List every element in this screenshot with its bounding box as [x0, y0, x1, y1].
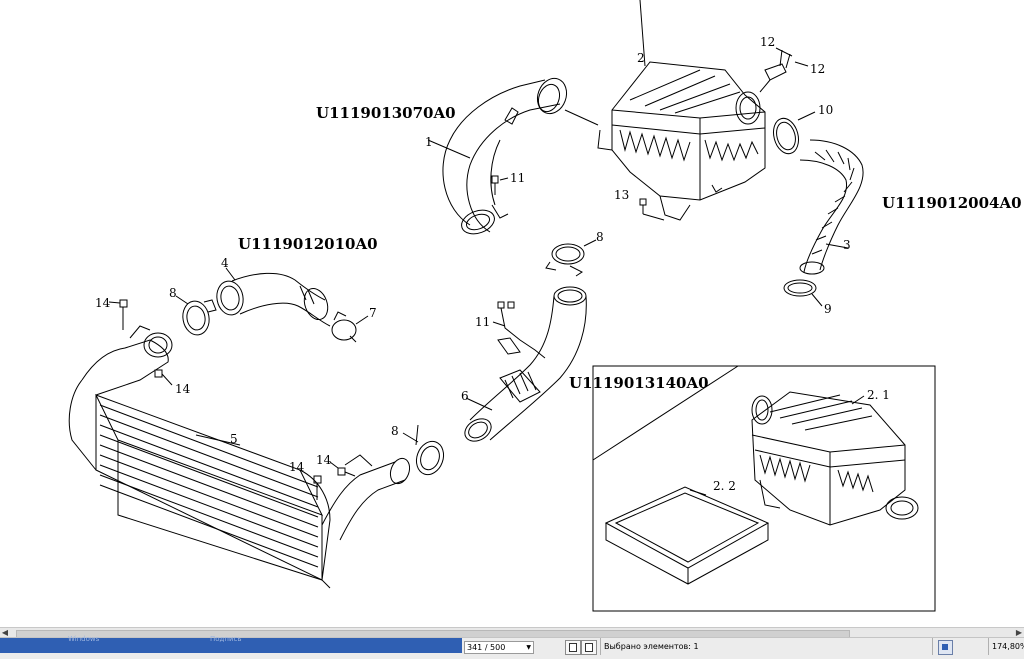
clamp-part-8-upper	[545, 239, 597, 277]
corrugated-hose-part-3	[799, 139, 864, 275]
parts-diagram-canvas: U1119013070A0 U1119012004A0 U1119012010A…	[0, 0, 1024, 630]
bolt-13	[639, 198, 665, 221]
callout-11-top: 11	[510, 171, 525, 185]
scroll-track[interactable]	[10, 629, 1014, 639]
callout-14-mid: 14	[175, 382, 191, 396]
clamp-part-9	[783, 279, 823, 307]
zoom-fit-button[interactable]	[938, 640, 953, 655]
clamp-part-10	[773, 111, 816, 155]
callout-8-upper: 8	[596, 230, 604, 244]
hose-part-4	[216, 267, 331, 327]
callout-12-left: 12	[760, 35, 775, 49]
callout-14-top: 14	[95, 296, 111, 310]
status-ghost-mid: Подпись	[210, 635, 242, 643]
status-divider	[988, 638, 989, 655]
callout-7: 7	[369, 306, 377, 320]
intercooler-outlet-hose	[321, 454, 411, 541]
callout-8-left: 8	[169, 286, 177, 300]
intercooler-part-5	[68, 325, 331, 589]
callout-2-1: 2. 1	[867, 388, 890, 402]
callout-2-2: 2. 2	[713, 479, 736, 493]
view-single-button[interactable]	[581, 640, 597, 655]
chevron-down-icon[interactable]: ▼	[526, 642, 531, 653]
callout-12-right: 12	[810, 62, 825, 76]
status-divider	[932, 638, 933, 655]
air-cleaner-housing-part-2	[597, 0, 766, 221]
page-icon	[585, 643, 593, 652]
callout-4: 4	[221, 256, 229, 270]
callout-9: 9	[824, 302, 832, 316]
callout-10: 10	[818, 103, 833, 117]
callout-14-right: 14	[316, 453, 332, 467]
intake-pipe-part-1	[427, 77, 599, 235]
exploded-view-drawing: 1 2 3 4 5 6 7 8 8 8 9 10 11 11 12 12 13 …	[68, 0, 936, 612]
callout-6: 6	[461, 389, 469, 403]
callout-14-bottom: 14	[289, 460, 305, 474]
page-selector[interactable]: 341 / 500 ▼	[464, 641, 534, 654]
clamp-part-8-left	[175, 295, 217, 336]
callout-13: 13	[614, 188, 629, 202]
hose-part-6	[464, 286, 587, 442]
clamp-part-7	[331, 311, 369, 343]
view-pages-button[interactable]	[565, 640, 581, 655]
zoom-icon	[942, 644, 948, 650]
selected-items-count: Выбрано элементов: 1	[604, 642, 699, 651]
sensor-part-12	[759, 47, 809, 93]
callout-5: 5	[230, 432, 238, 446]
status-ghost-left: Windows	[68, 635, 100, 643]
bolt-14-top	[108, 299, 128, 330]
page-indicator: 341 / 500	[467, 643, 506, 652]
callout-3: 3	[843, 238, 851, 252]
bolt-14-mid	[154, 369, 173, 386]
callout-2: 2	[637, 51, 645, 65]
bolt-11-top	[491, 175, 509, 195]
pages-icon	[569, 643, 577, 652]
status-divider	[600, 638, 601, 655]
status-bar: Windows Подпись 341 / 500 ▼ Выбрано элем…	[0, 635, 1024, 659]
callout-1: 1	[425, 135, 433, 149]
status-accent-area: Windows Подпись	[0, 635, 462, 653]
bracket-11-middle	[492, 301, 546, 359]
callout-11-middle: 11	[475, 315, 490, 329]
inset-box	[592, 365, 936, 612]
callout-8-lower: 8	[391, 424, 399, 438]
bolt-14-bottom-right	[329, 461, 356, 477]
zoom-level: 174,80%	[992, 642, 1024, 651]
